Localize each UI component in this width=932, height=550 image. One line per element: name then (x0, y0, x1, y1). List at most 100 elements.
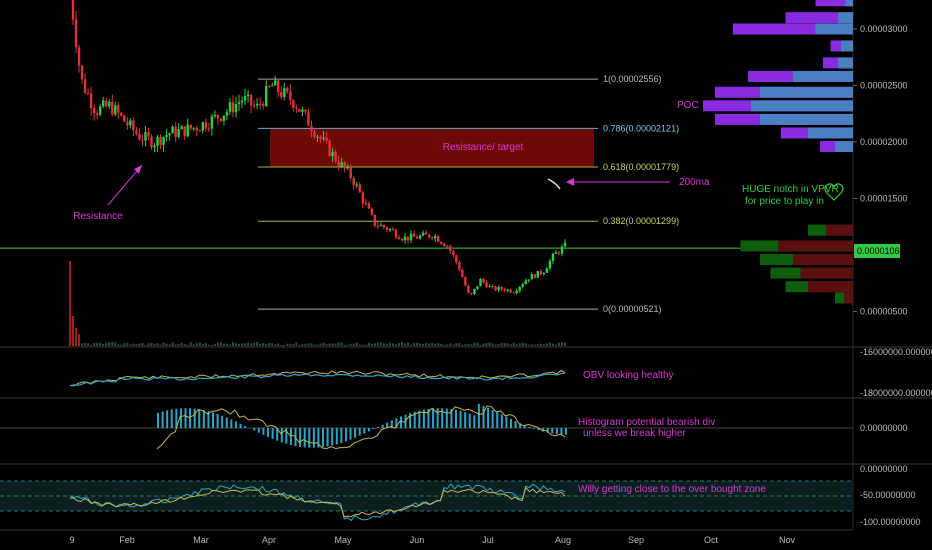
candle-body (482, 278, 485, 283)
volume-bar (355, 342, 358, 346)
volume-bar (334, 343, 337, 346)
volume-bar (313, 344, 316, 346)
macd-histogram-bar (551, 428, 554, 434)
candle-body (313, 131, 316, 137)
candle-body (283, 87, 286, 97)
macd-histogram-bar (514, 421, 517, 428)
resistance-zone[interactable] (270, 128, 594, 167)
volume-bar (177, 343, 180, 346)
candle-body (412, 233, 416, 237)
candle-body (240, 100, 244, 103)
volume-bar (473, 342, 476, 346)
candle-body (159, 136, 162, 145)
volume-profile-bar-inner (760, 113, 853, 125)
volume-bar (84, 342, 87, 346)
volume-bar (228, 344, 231, 346)
volume-bar (328, 343, 331, 346)
candle-body (189, 124, 192, 129)
volume-bar (413, 342, 416, 346)
volume-bar (422, 343, 425, 346)
candle-body (286, 87, 289, 92)
vpvr-note-line1: HUGE notch in VPVR (742, 184, 839, 195)
candle-body (105, 100, 108, 107)
macd-histogram-bar (170, 409, 173, 428)
candle-body (108, 101, 111, 107)
volume-bar (207, 344, 210, 346)
volume-bar (319, 343, 322, 346)
macd-histogram-bar (202, 410, 205, 428)
volume-bar (268, 343, 271, 346)
time-axis-tick: May (334, 535, 352, 545)
time-axis-tick: Oct (704, 535, 719, 545)
candle-body (497, 286, 500, 291)
volume-bar (183, 344, 186, 346)
volume-bar (382, 343, 385, 346)
candle-body (156, 136, 159, 146)
volume-bar (111, 342, 114, 346)
candle-body (340, 162, 343, 167)
candle-body (295, 107, 298, 110)
volume-bar (204, 343, 207, 346)
macd-histogram-bar (377, 426, 380, 428)
time-axis-tick: Jul (482, 535, 494, 545)
volume-bar (150, 342, 153, 346)
candle-body (180, 126, 183, 130)
candle-body (458, 262, 461, 270)
volume-profile-bar-inner (760, 86, 853, 98)
candle-body (162, 137, 165, 145)
macd-histogram-bar (372, 428, 375, 430)
candle-body (153, 145, 156, 148)
candle-body (277, 80, 280, 93)
volume-bar (428, 343, 431, 346)
macd-histogram-bar (299, 428, 302, 447)
candle-body (352, 178, 355, 186)
volume-bar (349, 344, 352, 346)
volume-bar (373, 343, 376, 346)
candle-body (280, 92, 283, 97)
price-axis-tick: 0.00001500 (860, 194, 908, 204)
volume-bar (397, 343, 400, 346)
candle-body (418, 235, 422, 239)
candle-body (355, 184, 358, 186)
candle-body (234, 103, 238, 113)
volume-bar (407, 342, 410, 346)
candle-body (512, 292, 515, 294)
volume-bar (198, 342, 201, 346)
candle-body (503, 289, 506, 291)
macd-histogram-bar (344, 428, 347, 442)
macd-histogram-bar (381, 424, 384, 428)
macd-histogram-bar (358, 428, 361, 436)
macd-histogram-bar (326, 428, 329, 447)
volume-bar (497, 344, 500, 346)
volume-bar (425, 342, 428, 346)
volume-bar (271, 343, 274, 346)
candle-body (210, 116, 214, 129)
macd-histogram-bar (221, 415, 224, 428)
candle-body (521, 284, 524, 287)
volume-bar (470, 344, 473, 346)
volume-bar (542, 344, 545, 346)
volume-bar (213, 343, 216, 346)
candle-body (370, 208, 374, 215)
volume-bar (81, 343, 84, 346)
volume-bar (539, 343, 542, 346)
candle-body (74, 19, 78, 48)
time-axis-tick: 9 (69, 535, 74, 545)
volume-bar (168, 344, 171, 346)
macd-histogram-bar (161, 411, 164, 428)
candle-body (382, 224, 386, 228)
candle-body (548, 260, 552, 269)
volume-bar (126, 342, 129, 346)
volume-bar (295, 342, 298, 346)
candle-body (551, 253, 555, 261)
price-axis-tick: 0.00002500 (860, 81, 908, 91)
macd-histogram-bar (179, 408, 182, 428)
macd-histogram-bar (565, 428, 567, 435)
candle-body (452, 251, 455, 256)
macd-histogram-bar (436, 408, 439, 428)
volume-bar (564, 342, 566, 346)
candle-body (246, 94, 250, 97)
macd-histogram-bar (166, 410, 169, 428)
volume-bar (364, 344, 367, 346)
trading-chart[interactable]: Resistance/ target 1(0.00002556) 0.786(0.… (0, 0, 932, 550)
